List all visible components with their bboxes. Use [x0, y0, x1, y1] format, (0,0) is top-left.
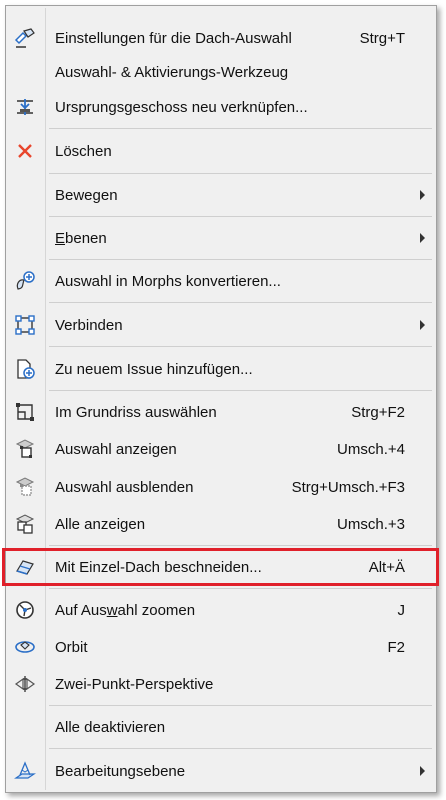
separator — [49, 173, 432, 174]
separator — [49, 588, 432, 589]
menu-item-label: Alle anzeigen — [55, 515, 146, 533]
menu-item-label: Orbit — [55, 638, 88, 656]
menu-item-shortcut: Alt+Ä — [368, 558, 405, 576]
separator — [49, 545, 432, 546]
menu-item-label: Verbinden — [55, 316, 123, 334]
delete-x-icon — [13, 139, 37, 163]
menu-item-label: Ebenen — [55, 229, 107, 247]
menu-item-move[interactable]: Bewegen — [7, 180, 435, 210]
menu-item-add-issue[interactable]: Zu neuem Issue hinzufügen... — [7, 354, 435, 384]
menu-item-label: Auf Auswahl zoomen — [55, 601, 196, 619]
menu-item-shortcut: Strg+F2 — [351, 403, 405, 421]
menu-item-layers[interactable]: Ebenen — [7, 223, 435, 253]
ebenen-accelerator: E — [55, 229, 66, 247]
show-all-icon — [13, 512, 37, 536]
menu-item-hide-selection[interactable]: Auswahl ausblenden Strg+Umsch.+F3 — [7, 472, 435, 502]
two-point-perspective-icon — [13, 672, 37, 696]
menu-item-label: Auswahl ausblenden — [55, 478, 194, 496]
separator — [49, 128, 432, 129]
story-link-icon — [13, 95, 37, 119]
menu-item-delete[interactable]: Löschen — [7, 136, 435, 166]
zoom-accelerator: w — [106, 601, 118, 619]
menu-item-label: Zwei-Punkt-Perspektive — [55, 675, 214, 693]
menu-item-zoom-to-selection[interactable]: Auf Auswahl zoomen J — [7, 595, 435, 625]
menu-item-shortcut: J — [397, 601, 406, 619]
menu-item-label: Auswahl in Morphs konvertieren... — [55, 272, 281, 290]
orbit-icon — [13, 635, 37, 659]
zoom-selection-icon — [13, 598, 37, 622]
menu-item-label: Auswahl- & Aktivierungs-Werkzeug — [55, 63, 289, 81]
menu-item-trim-with-roof[interactable]: Mit Einzel-Dach beschneiden... Alt+Ä — [2, 548, 439, 586]
separator — [49, 748, 432, 749]
submenu-arrow-icon — [420, 766, 425, 776]
separator — [49, 346, 432, 347]
menu-item-orbit[interactable]: Orbit F2 — [7, 632, 435, 662]
menu-item-shortcut: Umsch.+4 — [337, 440, 405, 458]
morph-convert-icon — [13, 269, 37, 293]
submenu-arrow-icon — [420, 320, 425, 330]
menu-item-relink-story[interactable]: Ursprungsgeschoss neu verknüpfen... — [7, 92, 435, 122]
menu-item-label: Zu neuem Issue hinzufügen... — [55, 360, 253, 378]
menu-item-show-selection[interactable]: Auswahl anzeigen Umsch.+4 — [7, 434, 435, 464]
submenu-arrow-icon — [420, 190, 425, 200]
trim-roof-icon — [13, 555, 37, 579]
menu-item-label: Bearbeitungsebene — [55, 762, 186, 780]
menu-item-select-in-floorplan[interactable]: Im Grundriss auswählen Strg+F2 — [7, 397, 435, 427]
separator — [49, 259, 432, 260]
menu-item-label: Im Grundriss auswählen — [55, 403, 217, 421]
menu-item-roof-settings[interactable]: Einstellungen für die Dach-Auswahl Strg+… — [7, 23, 435, 53]
context-menu: Einstellungen für die Dach-Auswahl Strg+… — [2, 5, 439, 793]
separator — [49, 302, 432, 303]
hide-selection-icon — [13, 475, 37, 499]
separator — [49, 216, 432, 217]
menu-item-editing-plane[interactable]: Bearbeitungsebene — [7, 756, 435, 786]
editing-plane-icon — [13, 759, 37, 783]
submenu-arrow-icon — [420, 233, 425, 243]
roof-settings-icon — [13, 26, 37, 50]
menu-item-label: Mit Einzel-Dach beschneiden... — [55, 558, 262, 576]
separator — [49, 705, 432, 706]
menu-item-shortcut: Strg+Umsch.+F3 — [291, 478, 405, 496]
menu-item-two-point-perspective[interactable]: Zwei-Punkt-Perspektive — [7, 669, 435, 699]
menu-item-label: Auswahl anzeigen — [55, 440, 177, 458]
menu-item-shortcut: Umsch.+3 — [337, 515, 405, 533]
menu-item-convert-morph[interactable]: Auswahl in Morphs konvertieren... — [7, 266, 435, 296]
separator — [49, 390, 432, 391]
menu-item-label: Einstellungen für die Dach-Auswahl — [55, 29, 292, 47]
menu-item-selection-tool[interactable]: Auswahl- & Aktivierungs-Werkzeug — [7, 57, 435, 87]
select-floorplan-icon — [13, 400, 37, 424]
menu-item-label: Bewegen — [55, 186, 118, 204]
connect-icon — [13, 313, 37, 337]
menu-item-shortcut: F2 — [387, 638, 405, 656]
menu-item-label: Löschen — [55, 142, 112, 160]
show-selection-icon — [13, 437, 37, 461]
menu-item-deactivate-all[interactable]: Alle deaktivieren — [7, 712, 435, 742]
menu-item-show-all[interactable]: Alle anzeigen Umsch.+3 — [7, 509, 435, 539]
menu-item-label: Ursprungsgeschoss neu verknüpfen... — [55, 98, 308, 116]
add-issue-icon — [13, 357, 37, 381]
menu-item-label: Alle deaktivieren — [55, 718, 166, 736]
menu-item-connect[interactable]: Verbinden — [7, 310, 435, 340]
menu-item-shortcut: Strg+T — [359, 29, 405, 47]
